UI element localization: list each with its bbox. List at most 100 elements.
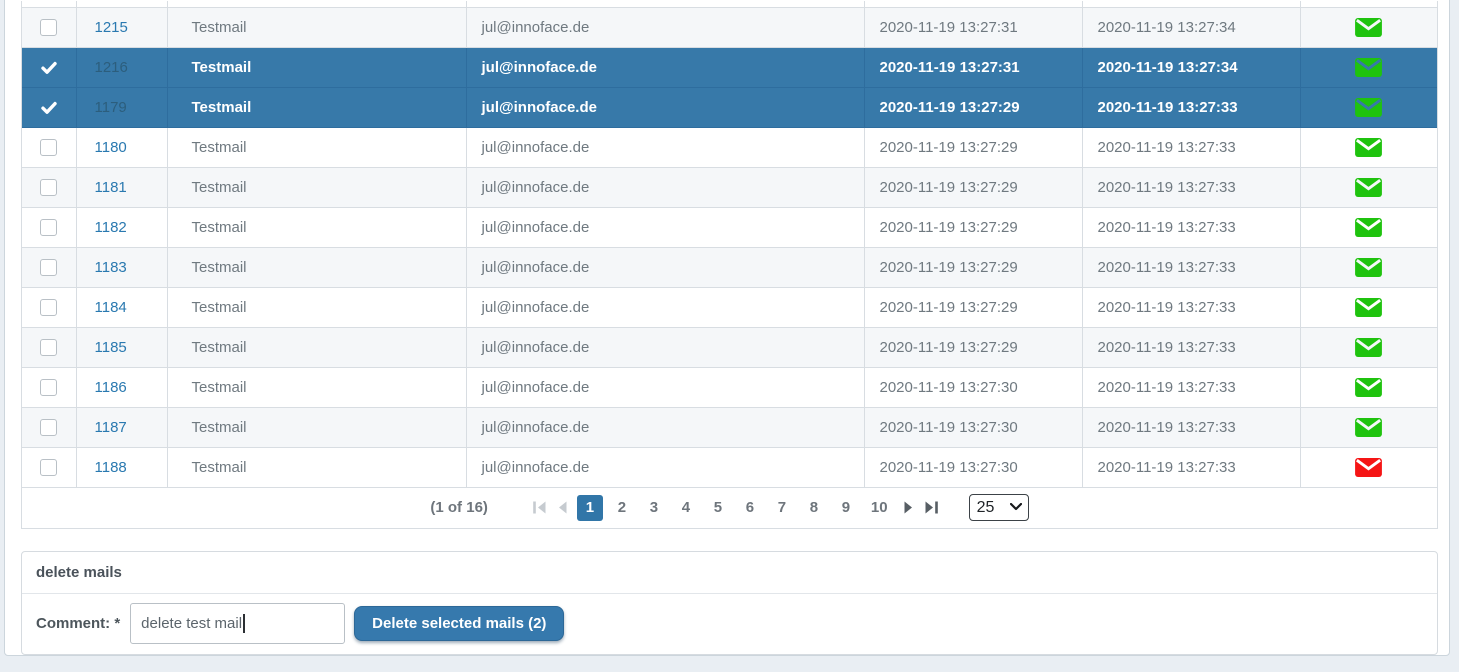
table-row[interactable]: 1186 Testmail jul@innoface.de 2020-11-19… [22, 367, 1437, 407]
row-checkbox[interactable] [40, 219, 57, 236]
page-button-10[interactable]: 10 [865, 495, 894, 521]
mail-id-cell: 1188 [76, 447, 167, 487]
comment-label: Comment: * [36, 615, 120, 632]
mail-recipient-cell: jul@innoface.de [466, 367, 864, 407]
table-row[interactable]: 1182 Testmail jul@innoface.de 2020-11-19… [22, 207, 1437, 247]
mail-id-link[interactable]: 1179 [95, 99, 127, 116]
page-button-6[interactable]: 6 [737, 495, 763, 521]
row-select-cell[interactable] [22, 207, 76, 247]
table-row[interactable]: 1216 Testmail jul@innoface.de 2020-11-19… [22, 47, 1437, 87]
page-button-4[interactable]: 4 [673, 495, 699, 521]
table-row[interactable]: 1183 Testmail jul@innoface.de 2020-11-19… [22, 247, 1437, 287]
envelope-status-icon [1355, 58, 1382, 77]
page-buttons: 12345678910 [574, 495, 897, 521]
mail-id-cell: 1216 [76, 47, 167, 87]
mail-recipient-cell: jul@innoface.de [466, 7, 864, 47]
mail-id-link[interactable]: 1184 [95, 299, 127, 316]
row-select-cell[interactable] [22, 87, 76, 127]
mail-received-timestamp-cell: 2020-11-19 13:27:33 [1082, 207, 1300, 247]
row-select-cell[interactable] [22, 447, 76, 487]
mail-id-cell: 1185 [76, 327, 167, 367]
delete-selected-mails-button[interactable]: Delete selected mails (2) [354, 606, 564, 641]
mail-sent-timestamp-cell: 2020-11-19 13:27:29 [864, 167, 1082, 207]
comment-input-value: delete test mail [141, 615, 242, 632]
mail-received-timestamp-cell: 2020-11-19 13:27:33 [1082, 167, 1300, 207]
page-button-8[interactable]: 8 [801, 495, 827, 521]
prev-page-button[interactable] [555, 500, 570, 515]
comment-input[interactable]: delete test mail [130, 603, 345, 644]
mail-received-timestamp-cell: 2020-11-19 13:27:34 [1082, 7, 1300, 47]
mail-id-link[interactable]: 1181 [95, 179, 127, 196]
row-select-cell[interactable] [22, 47, 76, 87]
row-checkbox[interactable] [40, 139, 57, 156]
mail-id-link[interactable]: 1185 [95, 339, 127, 356]
row-select-cell[interactable] [22, 167, 76, 207]
mail-status-cell [1300, 207, 1437, 247]
row-checkbox[interactable] [40, 379, 57, 396]
mail-id-link[interactable]: 1216 [95, 59, 128, 76]
row-select-cell[interactable] [22, 407, 76, 447]
row-select-cell[interactable] [22, 367, 76, 407]
table-row[interactable]: 1181 Testmail jul@innoface.de 2020-11-19… [22, 167, 1437, 207]
mail-id-link[interactable]: 1182 [95, 219, 127, 236]
table-row[interactable]: 1188 Testmail jul@innoface.de 2020-11-19… [22, 447, 1437, 487]
mail-id-link[interactable]: 1215 [95, 19, 128, 36]
row-select-cell[interactable] [22, 247, 76, 287]
row-checkbox[interactable] [40, 419, 57, 436]
mail-id-link[interactable]: 1187 [95, 419, 127, 436]
table-row[interactable]: 1184 Testmail jul@innoface.de 2020-11-19… [22, 287, 1437, 327]
mail-id-cell: 1179 [76, 87, 167, 127]
envelope-status-icon [1355, 218, 1382, 237]
page-button-2[interactable]: 2 [609, 495, 635, 521]
mail-subject-cell: Testmail [167, 7, 466, 47]
row-checkbox[interactable] [40, 259, 57, 276]
row-select-cell[interactable] [22, 327, 76, 367]
row-checkbox[interactable] [40, 459, 57, 476]
rows-per-page-select[interactable]: 25 [969, 494, 1029, 521]
envelope-status-icon [1355, 138, 1382, 157]
mail-sent-timestamp-cell: 2020-11-19 13:27:30 [864, 447, 1082, 487]
table-row[interactable]: 1187 Testmail jul@innoface.de 2020-11-19… [22, 407, 1437, 447]
mail-recipient-cell: jul@innoface.de [466, 327, 864, 367]
mail-id-cell: 1181 [76, 167, 167, 207]
row-checkbox[interactable] [40, 179, 57, 196]
page-button-9[interactable]: 9 [833, 495, 859, 521]
row-select-cell[interactable] [22, 287, 76, 327]
first-page-button[interactable] [532, 500, 547, 515]
mail-subject-cell: Testmail [167, 287, 466, 327]
mail-sent-timestamp-cell: 2020-11-19 13:27:29 [864, 327, 1082, 367]
next-page-button[interactable] [901, 500, 916, 515]
mail-id-cell: 1183 [76, 247, 167, 287]
mail-status-cell [1300, 247, 1437, 287]
table-row[interactable]: 1215 Testmail jul@innoface.de 2020-11-19… [22, 7, 1437, 47]
mail-recipient-cell: jul@innoface.de [466, 287, 864, 327]
mail-id-link[interactable]: 1183 [95, 259, 127, 276]
mail-sent-timestamp-cell: 2020-11-19 13:27:29 [864, 287, 1082, 327]
row-checkbox[interactable] [40, 19, 57, 36]
mail-recipient-cell: jul@innoface.de [466, 47, 864, 87]
mail-received-timestamp-cell: 2020-11-19 13:27:34 [1082, 47, 1300, 87]
mail-id-link[interactable]: 1186 [95, 379, 127, 396]
mail-id-cell: 1182 [76, 207, 167, 247]
page-button-5[interactable]: 5 [705, 495, 731, 521]
table-row[interactable]: 1180 Testmail jul@innoface.de 2020-11-19… [22, 127, 1437, 167]
page-button-1[interactable]: 1 [577, 495, 603, 521]
mail-id-link[interactable]: 1180 [95, 139, 127, 156]
page-button-3[interactable]: 3 [641, 495, 667, 521]
mail-status-cell [1300, 367, 1437, 407]
row-checkbox[interactable] [40, 299, 57, 316]
check-icon [41, 61, 57, 75]
table-row[interactable]: 1185 Testmail jul@innoface.de 2020-11-19… [22, 327, 1437, 367]
row-checkbox[interactable] [40, 339, 57, 356]
mail-table-body: 1215 Testmail jul@innoface.de 2020-11-19… [22, 1, 1437, 487]
page-button-7[interactable]: 7 [769, 495, 795, 521]
mail-status-cell [1300, 127, 1437, 167]
row-select-cell[interactable] [22, 7, 76, 47]
table-row[interactable]: 1179 Testmail jul@innoface.de 2020-11-19… [22, 87, 1437, 127]
envelope-status-icon [1355, 258, 1382, 277]
row-select-cell[interactable] [22, 127, 76, 167]
envelope-status-icon [1355, 298, 1382, 317]
last-page-button[interactable] [924, 500, 939, 515]
mail-id-link[interactable]: 1188 [95, 459, 127, 476]
mail-subject-cell: Testmail [167, 247, 466, 287]
